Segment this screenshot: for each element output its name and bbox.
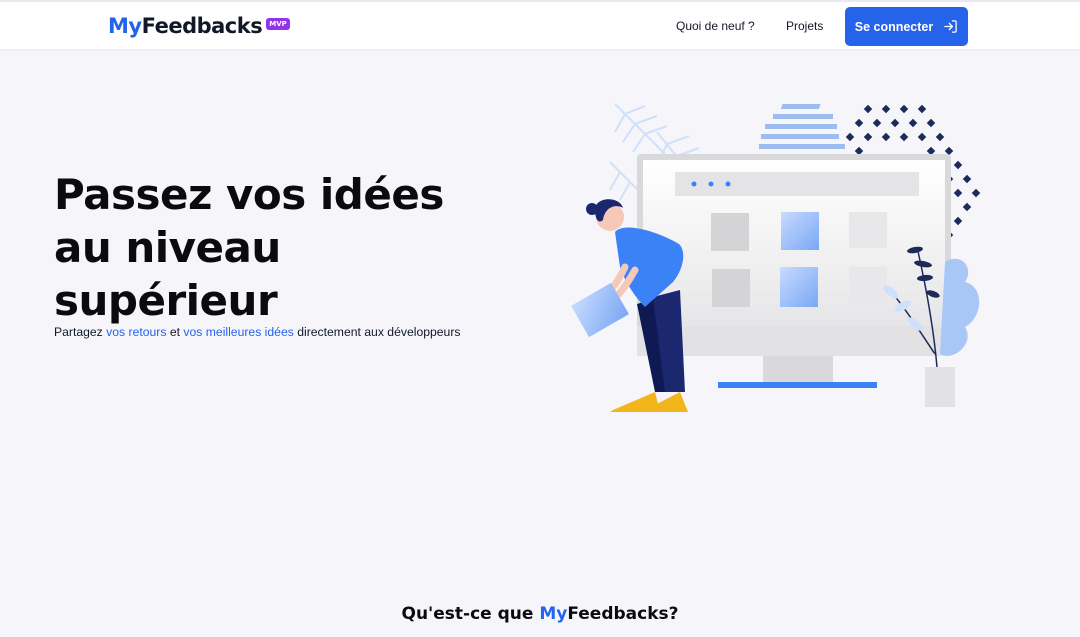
section-title-prefix: Qu'est-ce que	[401, 604, 540, 624]
logo-feedbacks: Feedbacks	[141, 14, 263, 38]
section-title-brand-rest: Feedbacks?	[567, 604, 679, 624]
hero-subtitle-part: directement aux développeurs	[293, 325, 461, 339]
hero-subtitle-part: Partagez	[54, 325, 107, 339]
logo-my: My	[108, 14, 142, 38]
nav-link-whats-new[interactable]: Quoi de neuf ?	[676, 19, 755, 33]
section-title-brand-my: My	[539, 604, 568, 624]
section-title: Qu'est-ce que MyFeedbacks?	[0, 604, 1080, 624]
login-arrow-icon	[943, 19, 958, 34]
login-button-label: Se connecter	[854, 19, 934, 34]
hero-title: Passez vos idées au niveau supérieur	[54, 168, 524, 327]
login-button[interactable]: Se connecter	[845, 7, 968, 46]
hero-title-line-1: Passez vos idées	[54, 170, 444, 219]
site-header: My Feedbacks MVP Quoi de neuf ? Projets S…	[0, 0, 1080, 49]
hero-subtitle-highlight-feedback: vos retours	[106, 325, 167, 339]
hero-illustration	[565, 92, 1005, 427]
hero-title-line-3: supérieur	[54, 276, 278, 325]
mvp-badge: MVP	[266, 18, 290, 30]
hero-subtitle-highlight-ideas: vos meilleures idées	[183, 325, 294, 339]
nav-link-projects[interactable]: Projets	[786, 19, 823, 33]
hero-subtitle-part: et	[166, 325, 184, 339]
hero-subtitle: Partagez vos retours et vos meilleures i…	[54, 325, 534, 339]
logo[interactable]: My Feedbacks MVP	[108, 14, 290, 38]
hero-title-line-2: au niveau	[54, 223, 281, 272]
